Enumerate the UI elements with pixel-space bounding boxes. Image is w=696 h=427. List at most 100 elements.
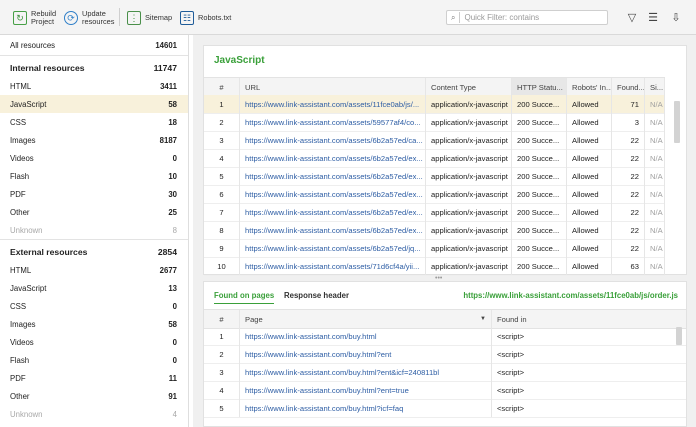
row-robots: Allowed [567, 239, 612, 257]
table-row[interactable]: 6 https://www.link-assistant.com/assets/… [204, 185, 665, 204]
sidebar-external-videos[interactable]: Videos 0 [0, 333, 188, 351]
sidebar-internal-images[interactable]: Images 8187 [0, 131, 188, 149]
row-size: N/A [645, 167, 665, 185]
row-page[interactable]: https://www.link-assistant.com/buy.html?… [240, 363, 492, 381]
row-page[interactable]: https://www.link-assistant.com/buy.html?… [240, 381, 492, 399]
row-page[interactable]: https://www.link-assistant.com/buy.html [240, 327, 492, 345]
details-scrollbar[interactable] [676, 327, 682, 345]
column-found[interactable]: Found... [612, 78, 645, 96]
sidebar-internal-other[interactable]: Other 25 [0, 203, 188, 221]
row-url[interactable]: https://www.link-assistant.com/assets/71… [240, 257, 426, 275]
table-row[interactable]: 1 https://www.link-assistant.com/buy.htm… [204, 327, 686, 346]
column-number[interactable]: # [204, 78, 240, 96]
sidebar-external-html[interactable]: HTML 2677 [0, 261, 188, 279]
column-robots[interactable]: Robots' In... [567, 78, 612, 96]
sidebar-external-other[interactable]: Other 91 [0, 387, 188, 405]
row-url[interactable]: https://www.link-assistant.com/assets/11… [240, 95, 426, 113]
filter-icon[interactable]: ▽ [625, 10, 639, 24]
table-row[interactable]: 5 https://www.link-assistant.com/buy.htm… [204, 399, 686, 418]
quick-filter[interactable]: ⌕ [446, 10, 608, 25]
sidebar-internal-css[interactable]: CSS 18 [0, 113, 188, 131]
column-http-status[interactable]: HTTP Statu...▲ [512, 78, 567, 96]
export-icon[interactable]: ⇩ [669, 10, 683, 24]
row-found: 63 [612, 257, 645, 275]
sidebar-internal-pdf[interactable]: PDF 30 [0, 185, 188, 203]
row-url[interactable]: https://www.link-assistant.com/assets/6b… [240, 185, 426, 203]
table-scrollbar[interactable] [674, 101, 680, 143]
toolbar-separator [119, 8, 120, 26]
column-number[interactable]: # [204, 310, 240, 328]
update-resources-button[interactable]: ⟳ Update resources [64, 6, 114, 30]
sidebar-internal-resources[interactable]: Internal resources 11747 [0, 59, 188, 77]
sidebar-count: 13 [168, 283, 177, 293]
table-row[interactable]: 8 https://www.link-assistant.com/assets/… [204, 221, 665, 240]
sidebar-external-pdf[interactable]: PDF 11 [0, 369, 188, 387]
sidebar-count: 4 [172, 409, 177, 419]
row-url[interactable]: https://www.link-assistant.com/assets/6b… [240, 149, 426, 167]
row-url[interactable]: https://www.link-assistant.com/assets/6b… [240, 167, 426, 185]
sidebar-label: Other [10, 207, 30, 217]
row-size: N/A [645, 239, 665, 257]
sidebar-label: Flash [10, 171, 30, 181]
sidebar-count: 58 [168, 319, 177, 329]
quick-filter-input[interactable] [464, 13, 595, 22]
search-icon: ⌕ [451, 12, 456, 22]
sitemap-label: Sitemap [145, 13, 173, 22]
sitemap-button[interactable]: ⋮ Sitemap [127, 6, 172, 30]
sidebar-label: Other [10, 391, 30, 401]
table-row[interactable]: 3 https://www.link-assistant.com/buy.htm… [204, 363, 686, 382]
row-size: N/A [645, 131, 665, 149]
row-found: 22 [612, 221, 645, 239]
column-url[interactable]: URL [240, 78, 426, 96]
column-page[interactable]: Page ▼ [240, 310, 492, 328]
table-row[interactable]: 1 https://www.link-assistant.com/assets/… [204, 95, 665, 114]
column-found-in[interactable]: Found in [492, 310, 686, 328]
tab-response-header[interactable]: Response header [284, 291, 349, 300]
sidebar-internal-flash[interactable]: Flash 10 [0, 167, 188, 185]
row-found: 22 [612, 131, 645, 149]
row-http-status: 200 Succe... [512, 113, 567, 131]
table-row[interactable]: 5 https://www.link-assistant.com/assets/… [204, 167, 665, 186]
row-url[interactable]: https://www.link-assistant.com/assets/6b… [240, 221, 426, 239]
sidebar-external-images[interactable]: Images 58 [0, 315, 188, 333]
table-row[interactable]: 3 https://www.link-assistant.com/assets/… [204, 131, 665, 150]
sidebar-external-javascript[interactable]: JavaScript 13 [0, 279, 188, 297]
column-content-type[interactable]: Content Type [426, 78, 512, 96]
sidebar-internal-javascript[interactable]: JavaScript 58 [0, 95, 188, 113]
table-row[interactable]: 2 https://www.link-assistant.com/assets/… [204, 113, 665, 132]
sidebar-external-resources[interactable]: External resources 2854 [0, 243, 188, 261]
sidebar-internal-videos[interactable]: Videos 0 [0, 149, 188, 167]
row-number: 8 [204, 221, 240, 239]
table-row[interactable]: 7 https://www.link-assistant.com/assets/… [204, 203, 665, 222]
sidebar-count: 8 [172, 225, 177, 235]
row-page[interactable]: https://www.link-assistant.com/buy.html?… [240, 399, 492, 417]
row-url[interactable]: https://www.link-assistant.com/assets/6b… [240, 239, 426, 257]
table-row[interactable]: 4 https://www.link-assistant.com/buy.htm… [204, 381, 686, 400]
table-row[interactable]: 9 https://www.link-assistant.com/assets/… [204, 239, 665, 258]
row-content-type: application/x-javascript [426, 131, 512, 149]
sidebar-label: Internal resources [10, 63, 85, 73]
row-url[interactable]: https://www.link-assistant.com/assets/6b… [240, 131, 426, 149]
rebuild-project-button[interactable]: ↻ Rebuild Project [13, 6, 56, 30]
column-size[interactable]: Si... [645, 78, 665, 96]
row-url[interactable]: https://www.link-assistant.com/assets/59… [240, 113, 426, 131]
sidebar-internal-unknown[interactable]: Unknown 8 [0, 221, 188, 239]
sidebar-external-unknown[interactable]: Unknown 4 [0, 405, 188, 423]
row-number: 2 [204, 113, 240, 131]
row-page[interactable]: https://www.link-assistant.com/buy.html?… [240, 345, 492, 363]
row-number: 1 [204, 95, 240, 113]
sidebar-external-flash[interactable]: Flash 0 [0, 351, 188, 369]
sidebar-all-resources[interactable]: All resources 14601 [0, 36, 188, 54]
row-robots: Allowed [567, 113, 612, 131]
sidebar-internal-html[interactable]: HTML 3411 [0, 77, 188, 95]
row-robots: Allowed [567, 203, 612, 221]
tab-found-on-pages[interactable]: Found on pages [214, 291, 275, 304]
table-row[interactable]: 2 https://www.link-assistant.com/buy.htm… [204, 345, 686, 364]
table-row[interactable]: 4 https://www.link-assistant.com/assets/… [204, 149, 665, 168]
table-row[interactable]: 10 https://www.link-assistant.com/assets… [204, 257, 665, 276]
row-url[interactable]: https://www.link-assistant.com/assets/6b… [240, 203, 426, 221]
robots-button[interactable]: ☷ Robots.txt [180, 6, 231, 30]
sidebar-external-css[interactable]: CSS 0 [0, 297, 188, 315]
column-settings-icon[interactable]: ☰ [646, 10, 660, 24]
row-http-status: 200 Succe... [512, 131, 567, 149]
